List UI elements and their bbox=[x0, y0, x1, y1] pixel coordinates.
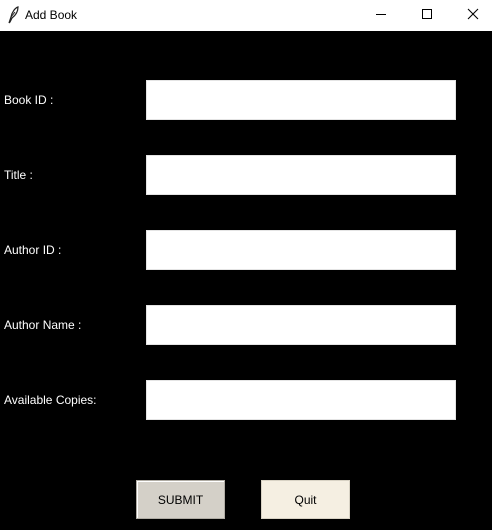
title-input[interactable] bbox=[146, 155, 456, 195]
submit-button[interactable]: SUBMIT bbox=[136, 480, 225, 519]
title-label: Title : bbox=[4, 168, 33, 182]
author-id-input[interactable] bbox=[146, 230, 456, 270]
maximize-button[interactable] bbox=[404, 0, 450, 31]
quit-button[interactable]: Quit bbox=[261, 480, 350, 519]
window-title: Add Book bbox=[25, 8, 78, 22]
available-copies-label: Available Copies: bbox=[4, 393, 97, 407]
close-icon bbox=[467, 7, 479, 25]
book-id-input[interactable] bbox=[146, 80, 456, 120]
minimize-button[interactable] bbox=[358, 0, 404, 31]
add-book-window: Add Book Book ID : Title : Author ID : A… bbox=[0, 0, 492, 530]
book-id-label: Book ID : bbox=[4, 93, 54, 107]
close-button[interactable] bbox=[450, 0, 492, 31]
feather-icon bbox=[6, 6, 20, 24]
title-bar[interactable]: Add Book bbox=[0, 0, 492, 31]
maximize-icon bbox=[421, 7, 433, 25]
available-copies-input[interactable] bbox=[146, 380, 456, 420]
author-id-label: Author ID : bbox=[4, 243, 62, 257]
minimize-icon bbox=[375, 7, 387, 25]
author-name-input[interactable] bbox=[146, 305, 456, 345]
author-name-label: Author Name : bbox=[4, 318, 82, 332]
form-area: Book ID : Title : Author ID : Author Nam… bbox=[0, 31, 492, 530]
